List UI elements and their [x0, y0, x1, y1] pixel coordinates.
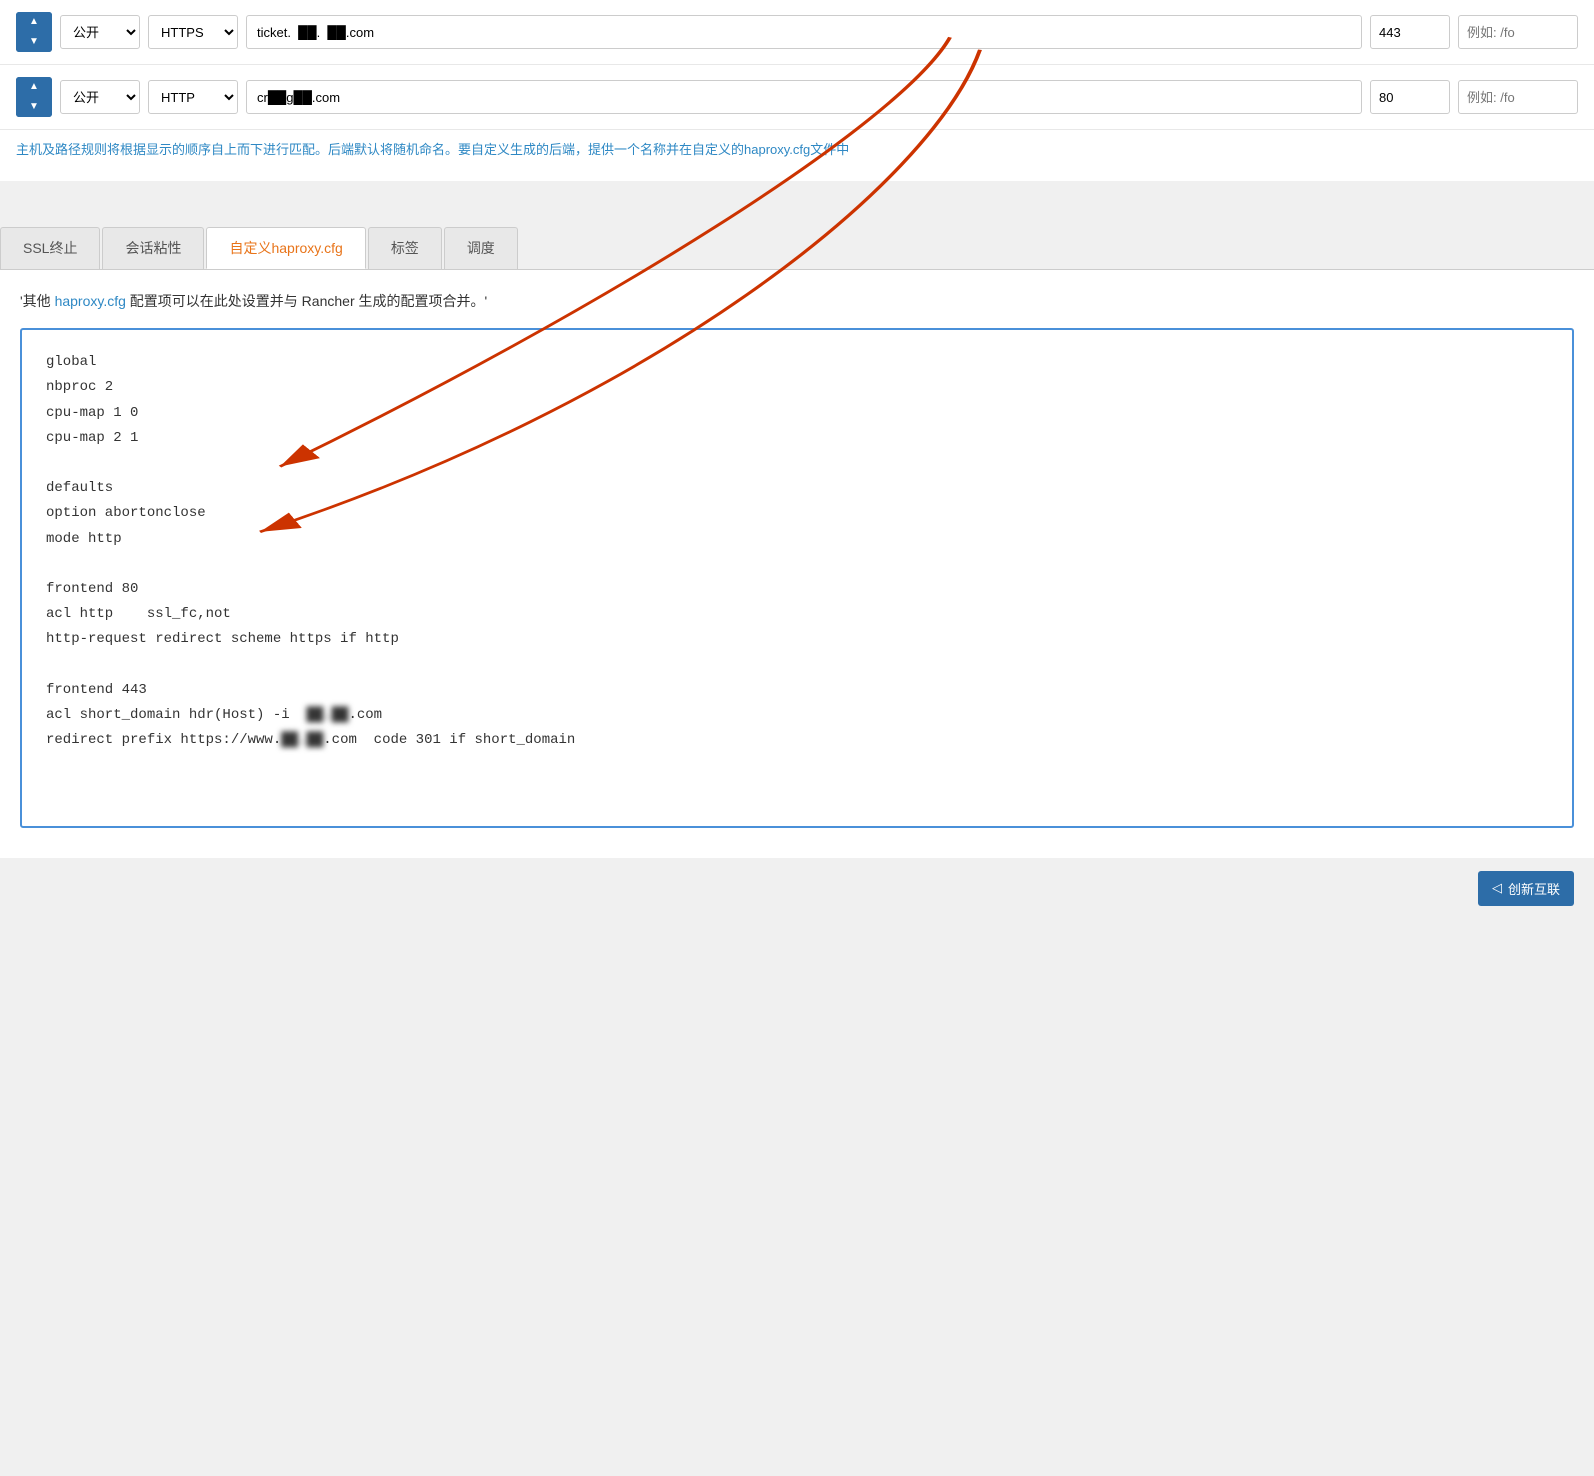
code-line-10: frontend 80 [46, 577, 1548, 602]
port-input-1[interactable] [1370, 15, 1450, 49]
protocol-select-2[interactable]: HTTP HTTPS TCP [148, 80, 238, 114]
access-select-2[interactable]: 公开 内部 仅主机 [60, 80, 140, 114]
port-input-2[interactable] [1370, 80, 1450, 114]
tab-schedule[interactable]: 调度 [444, 227, 518, 269]
code-line-15: acl short_domain hdr(Host) -i ██.██.com [46, 703, 1548, 728]
reorder-buttons-2[interactable]: ▲ ▼ [16, 77, 52, 117]
tab-labels[interactable]: 标签 [368, 227, 442, 269]
code-line-13 [46, 652, 1548, 677]
code-line-5 [46, 451, 1548, 476]
tabs-section: SSL终止 会话粘性 自定义haproxy.cfg 标签 调度 '其他 hapr… [0, 211, 1594, 858]
config-description: '其他 haproxy.cfg 配置项可以在此处设置并与 Rancher 生成的… [20, 290, 1574, 312]
path-input-1[interactable] [1458, 15, 1578, 49]
protocol-select-1[interactable]: HTTPS HTTP TCP [148, 15, 238, 49]
code-line-11: acl http ssl_fc,not [46, 602, 1548, 627]
code-line-8: mode http [46, 527, 1548, 552]
row-entry-2: ▲ ▼ 公开 内部 仅主机 HTTP HTTPS TCP [0, 65, 1594, 130]
tabs-bar: SSL终止 会话粘性 自定义haproxy.cfg 标签 调度 [0, 211, 1594, 269]
tab-session[interactable]: 会话粘性 [102, 227, 204, 269]
move-down-btn-2[interactable]: ▼ [16, 97, 52, 117]
brand-badge: ◁ 创新互联 [1478, 871, 1574, 906]
tab-ssl[interactable]: SSL终止 [0, 227, 100, 269]
code-line-16: redirect prefix https://www.██.██.com co… [46, 728, 1548, 753]
row-entry-1: ▲ ▼ 公开 内部 仅主机 HTTPS HTTP TCP [0, 0, 1594, 65]
code-line-1: global [46, 350, 1548, 375]
brand-icon: ◁ [1492, 880, 1502, 896]
move-up-btn-1[interactable]: ▲ [16, 12, 52, 32]
reorder-buttons-1[interactable]: ▲ ▼ [16, 12, 52, 52]
code-editor[interactable]: global nbproc 2 cpu-map 1 0 cpu-map 2 1 … [20, 328, 1574, 828]
code-line-14: frontend 443 [46, 678, 1548, 703]
code-line-9 [46, 552, 1548, 577]
code-line-12: http-request redirect scheme https if ht… [46, 627, 1548, 652]
domain-input-1[interactable] [246, 15, 1362, 49]
tab-haproxy[interactable]: 自定义haproxy.cfg [206, 227, 365, 269]
path-input-2[interactable] [1458, 80, 1578, 114]
move-down-btn-1[interactable]: ▼ [16, 32, 52, 52]
domain-input-2[interactable] [246, 80, 1362, 114]
code-line-2: nbproc 2 [46, 375, 1548, 400]
move-up-btn-2[interactable]: ▲ [16, 77, 52, 97]
code-line-7: option abortonclose [46, 501, 1548, 526]
blurred-domain-1: ██.██ [306, 703, 348, 728]
blurred-domain-2: ██.██ [281, 728, 323, 753]
gray-spacer [0, 181, 1594, 211]
code-line-6: defaults [46, 476, 1548, 501]
code-line-3: cpu-map 1 0 [46, 401, 1548, 426]
haproxy-cfg-link[interactable]: haproxy.cfg [55, 293, 126, 309]
brand-name: 创新互联 [1508, 879, 1560, 898]
access-select-1[interactable]: 公开 内部 仅主机 [60, 15, 140, 49]
tab-content-haproxy: '其他 haproxy.cfg 配置项可以在此处设置并与 Rancher 生成的… [0, 269, 1594, 858]
hint-text: 主机及路径规则将根据显示的顺序自上而下进行匹配。后端默认将随机命名。要自定义生成… [0, 130, 1594, 181]
bottom-bar: ◁ 创新互联 [0, 858, 1594, 918]
code-line-4: cpu-map 2 1 [46, 426, 1548, 451]
